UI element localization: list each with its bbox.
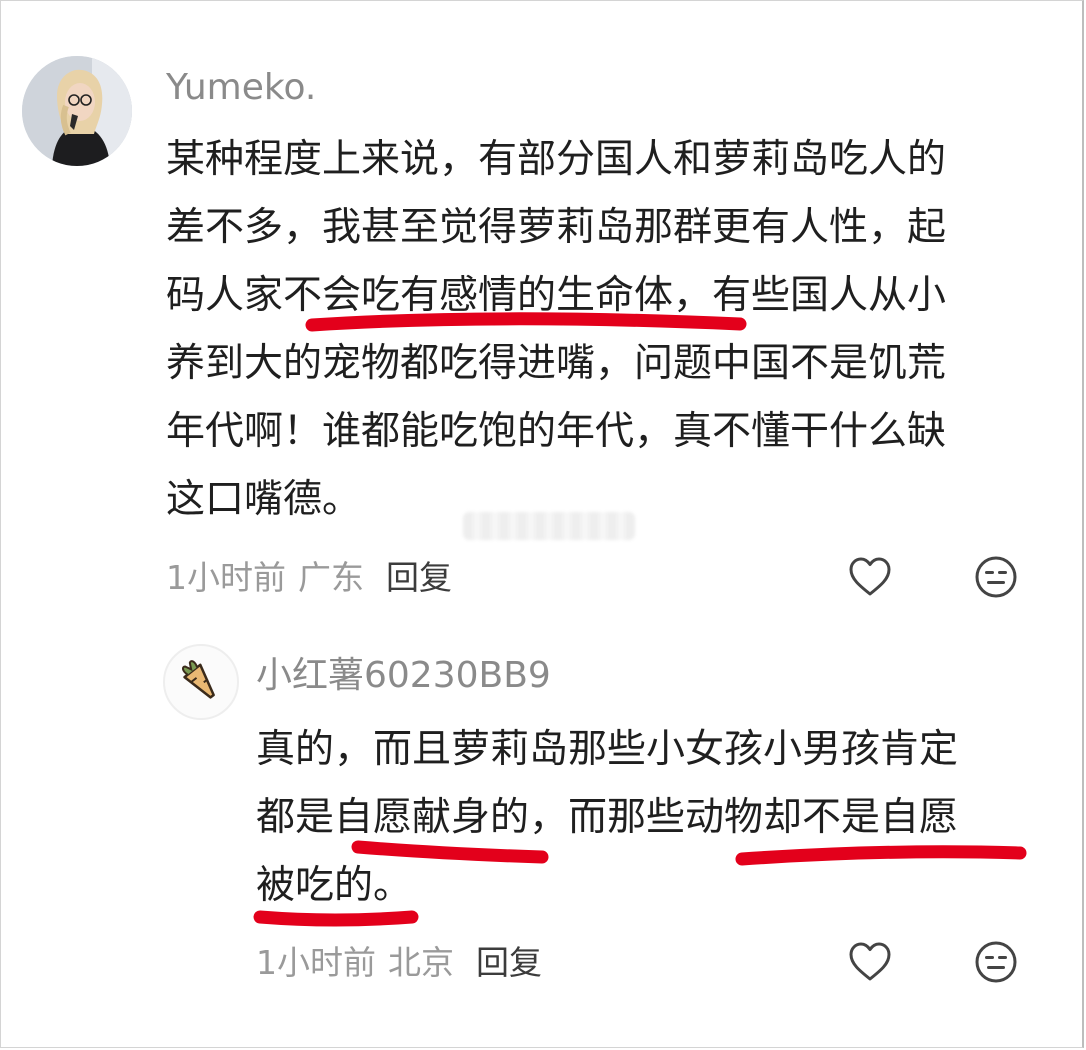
reply-line: 真的，而且萝莉岛那些小女孩小男孩肯定 xyxy=(256,727,959,772)
comment-body: 某种程度上来说，有部分国人和萝莉岛吃人的 差不多，我甚至觉得萝莉岛那群更有人性，… xyxy=(166,126,946,534)
reply-location: 北京 xyxy=(388,943,454,982)
comment-location: 广东 xyxy=(298,558,364,597)
comment-line: 年代啊！谁都能吃饱的年代，真不懂干什么缺 xyxy=(166,409,947,454)
comment-line: 码人家不会吃有感情的生命体，有些国人从小 xyxy=(166,273,947,318)
reply-avatar[interactable] xyxy=(163,644,239,720)
reply-like-button[interactable] xyxy=(846,938,894,986)
reply-body: 真的，而且萝莉岛那些小女孩小男孩肯定 都是自愿献身的，而那些动物却不是自愿 被吃… xyxy=(256,716,958,920)
reply-reply-button[interactable]: 回复 xyxy=(476,943,542,982)
reply-username[interactable]: 小红薯60230BB9 xyxy=(256,656,551,696)
comment-line: 养到大的宠物都吃得进嘴，问题中国不是饥荒 xyxy=(166,341,947,386)
neutral-face-icon xyxy=(975,941,1017,983)
emoji-button[interactable] xyxy=(972,553,1020,601)
comment-username[interactable]: Yumeko. xyxy=(166,68,316,108)
reply-emoji-button[interactable] xyxy=(972,938,1020,986)
heart-outline-icon xyxy=(849,942,891,981)
reply-time: 1小时前 xyxy=(256,943,376,982)
comment-line: 某种程度上来说，有部分国人和萝莉岛吃人的 xyxy=(166,137,947,182)
user-avatar-icon xyxy=(22,56,132,166)
carrot-icon xyxy=(181,660,215,699)
comment-time: 1小时前 xyxy=(166,558,286,597)
like-button[interactable] xyxy=(846,553,894,601)
neutral-face-icon xyxy=(975,556,1017,598)
comment-line: 差不多，我甚至觉得萝莉岛那群更有人性，起 xyxy=(166,205,947,250)
reply-meta: 1小时前 北京 回复 xyxy=(256,943,542,983)
comment-meta: 1小时前 广东 回复 xyxy=(166,558,452,598)
reply-line: 被吃的。 xyxy=(256,863,413,908)
reply-button[interactable]: 回复 xyxy=(386,558,452,597)
user-avatar[interactable] xyxy=(22,56,132,166)
blurred-watermark xyxy=(463,512,635,540)
heart-outline-icon xyxy=(849,557,891,596)
reply-line: 都是自愿献身的，而那些动物却不是自愿 xyxy=(256,795,959,840)
